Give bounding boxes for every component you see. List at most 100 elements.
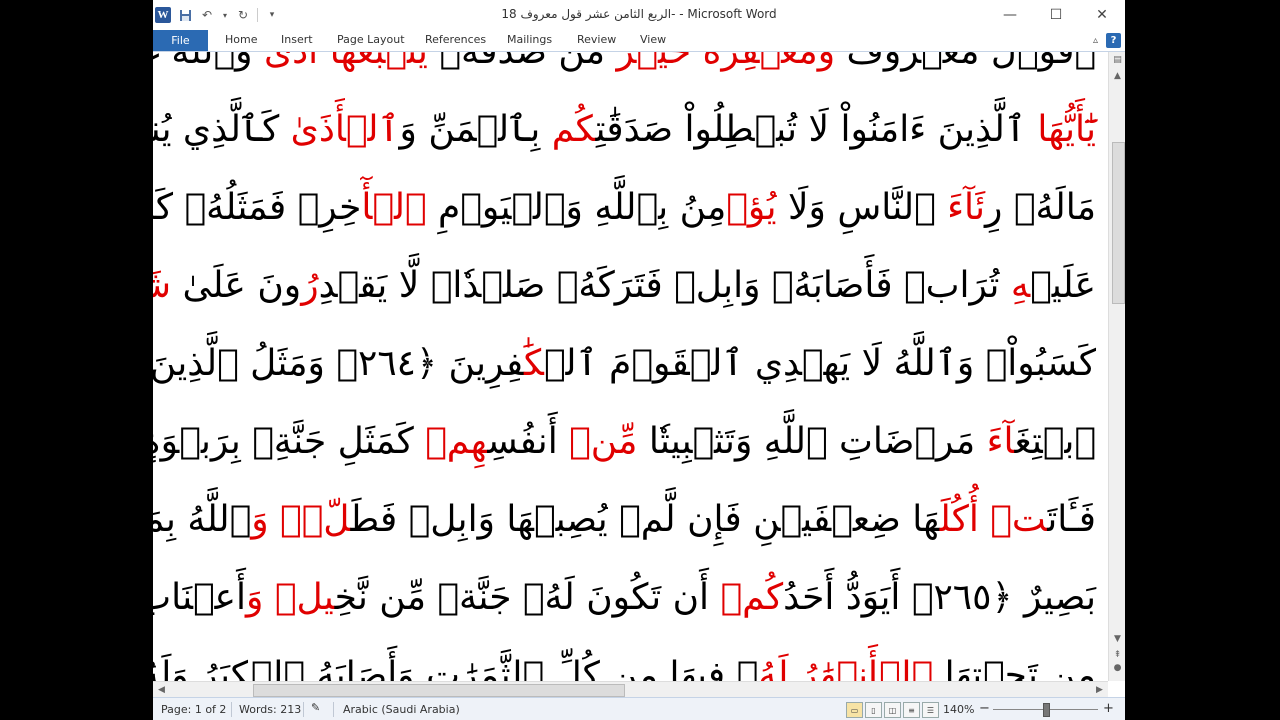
tab-view[interactable]: View	[640, 33, 666, 46]
previous-page-icon[interactable]: ⇞	[1111, 648, 1124, 661]
text-segment[interactable]: تُرَابٞ فَأَصَابَهُۥ وَابِلٞ فَتَرَكَهُۥ…	[319, 265, 1011, 306]
highlighted-text-segment[interactable]: ٱلۡأٓ	[361, 187, 426, 228]
text-segment[interactable]: خِرِۖ فَمَثَلُهُۥ كَمَثَلِ صَفۡوَانٍ	[153, 187, 361, 228]
scroll-left-icon[interactable]: ◀	[155, 683, 168, 696]
text-segment[interactable]: ٱلنَّاسِ وَلَا	[777, 187, 948, 228]
tab-review[interactable]: Review	[577, 33, 616, 46]
window-title: الربع الثامن عشر قول معروف 18- - Microso…	[501, 7, 777, 21]
text-segment[interactable]: كَمَثَلِ جَنَّةِۭ بِرَبۡوَةٍ	[153, 421, 425, 462]
text-segment[interactable]: مَرۡضَاتِ ٱللَّهِ وَتَثۡبِيتٗا	[637, 421, 986, 462]
zoom-in-button[interactable]: +	[1103, 701, 1114, 716]
text-segment[interactable]: مَالَهُۥ رِ	[985, 187, 1096, 228]
document-line[interactable]: بَصِيرٌ ﴿٢٦٥﴾ أَيَوَدُّ أَحَدُكُمۡ أَن ت…	[153, 577, 1096, 618]
document-line[interactable]: عَلَيۡهِ تُرَابٞ فَأَصَابَهُۥ وَابِلٞ فَ…	[153, 265, 1096, 306]
text-segment[interactable]: ٱبۡتِغَ	[1015, 421, 1096, 462]
highlighted-text-segment[interactable]: تۡ أُكُلَ	[940, 499, 1047, 540]
word-window: W ↶ ▾ ↻ ▾ الربع الثامن عشر قول معروف 18-…	[153, 0, 1125, 720]
document-page[interactable]: ۞قَوۡلٌ مَّعۡرُوفٌ وَمَغۡفِرَةٌ خَيۡرٌ م…	[153, 52, 1108, 681]
text-segment[interactable]: هَا ضِعۡفَيۡنِ فَإِن لَّمۡ يُصِبۡهَا وَا…	[351, 499, 940, 540]
proofing-icon[interactable]: ✎	[311, 701, 320, 714]
highlighted-text-segment[interactable]: لّٞۗ وَ	[251, 499, 350, 540]
tab-mailings[interactable]: Mailings	[507, 33, 552, 46]
zoom-slider-knob[interactable]	[1043, 703, 1050, 717]
zoom-level[interactable]: 140%	[943, 703, 974, 716]
document-line[interactable]: كَسَبُواْۗ وَٱللَّهُ لَا يَهۡدِي ٱلۡقَوۡ…	[153, 343, 1096, 384]
text-segment[interactable]: أَعۡنَابٖ تَجۡرِي	[153, 577, 246, 618]
text-segment[interactable]: بِٱلۡمَنِّ وَ	[400, 109, 552, 150]
print-layout-icon[interactable]: ▭	[846, 702, 863, 718]
highlighted-text-segment[interactable]: ٱلۡأَنۡهَٰرُ لَهُ	[758, 655, 933, 682]
scroll-down-icon[interactable]: ▼	[1111, 632, 1124, 645]
highlighted-text-segment[interactable]: كُمۡ	[720, 577, 783, 618]
text-segment[interactable]: أَن تَكُونَ لَهُۥ جَنَّةٞ مِّن نَّخِ	[335, 577, 721, 618]
document-line[interactable]: ۞قَوۡلٌ مَّعۡرُوفٌ وَمَغۡفِرَةٌ خَيۡرٌ م…	[153, 52, 1096, 72]
text-segment[interactable]: ۥ فِيهَا مِن كُلِّ ٱلثَّمَرَٰتِ وَأَصَاب…	[153, 655, 758, 682]
document-line[interactable]: يَٰٓأَيُّهَا ٱلَّذِينَ ءَامَنُواْ لَا تُ…	[153, 109, 1096, 150]
tab-insert[interactable]: Insert	[281, 33, 313, 46]
highlighted-text-segment[interactable]: رُ	[301, 265, 318, 306]
word-count[interactable]: Words: 213	[239, 703, 301, 716]
text-segment[interactable]: ونَ عَلَىٰ	[171, 265, 302, 306]
page-count[interactable]: Page: 1 of 2	[161, 703, 226, 716]
document-line[interactable]: مَالَهُۥ رِئَآءَ ٱلنَّاسِ وَلَا يُؤۡمِنُ…	[153, 187, 1096, 228]
highlighted-text-segment[interactable]: مِّنۡ	[569, 421, 637, 462]
highlighted-text-segment[interactable]: شَيۡءٖ	[153, 265, 171, 306]
tab-page-layout[interactable]: Page Layout	[337, 33, 405, 46]
status-bar: Page: 1 of 2 Words: 213 ✎ Arabic (Saudi …	[153, 697, 1125, 720]
highlighted-text-segment[interactable]: هِ	[1011, 265, 1030, 306]
text-segment[interactable]: كَسَبُواْۗ وَٱللَّهُ لَا يَهۡدِي ٱلۡقَوۡ…	[544, 343, 1096, 384]
status-separator	[303, 702, 304, 717]
vertical-scroll-thumb[interactable]	[1112, 142, 1125, 304]
minimize-button[interactable]: —	[987, 0, 1033, 30]
text-segment[interactable]: مِنُ بِٱللَّهِ وَٱلۡيَوۡمِ	[427, 187, 726, 228]
text-segment[interactable]: فِرِينَ ﴿٢٦٤﴾ وَمَثَلُ ٱلَّذِينَ يُنفِقُ…	[153, 343, 524, 384]
text-segment[interactable]: كَٱلَّذِي يُنفِقُ	[153, 109, 291, 150]
scroll-up-icon[interactable]: ▲	[1111, 69, 1124, 82]
tab-references[interactable]: References	[425, 33, 486, 46]
ruler-toggle-icon[interactable]: ▤	[1111, 53, 1124, 66]
web-layout-icon[interactable]: ◫	[884, 702, 901, 718]
text-segment[interactable]: مِن تَحۡتِهَا	[933, 655, 1096, 682]
highlighted-text-segment[interactable]: ئَآءَ	[947, 187, 985, 228]
tab-home[interactable]: Home	[225, 33, 257, 46]
language-indicator[interactable]: Arabic (Saudi Arabia)	[343, 703, 460, 716]
document-line[interactable]: مِن تَحۡتِهَا ٱلۡأَنۡهَٰرُ لَهُۥ فِيهَا …	[153, 655, 1096, 682]
title-bar: W ↶ ▾ ↻ ▾ الربع الثامن عشر قول معروف 18-…	[153, 0, 1125, 30]
highlighted-text-segment[interactable]: وَمَغۡفِرَةٌ خَيۡرٌ	[617, 52, 836, 72]
full-screen-reading-icon[interactable]: ▯	[865, 702, 882, 718]
outline-icon[interactable]: ≡	[903, 702, 920, 718]
text-segment[interactable]: مِّن صَدَقَةٖ	[428, 52, 617, 72]
text-segment[interactable]: عَلَيۡ	[1030, 265, 1096, 306]
highlighted-text-segment[interactable]: يلٖ وَ	[246, 577, 335, 618]
minimize-ribbon-icon[interactable]: ▵	[1088, 33, 1103, 48]
close-button[interactable]: ✕	[1079, 0, 1125, 30]
highlighted-text-segment[interactable]: يَتۡبَعُهَآ أَذٗى	[264, 52, 428, 72]
text-segment[interactable]: فَـَٔاتَ	[1047, 499, 1096, 540]
draft-icon[interactable]: ☰	[922, 702, 939, 718]
horizontal-scrollbar[interactable]: ◀ ▶	[153, 681, 1108, 698]
vertical-scrollbar[interactable]: ▤ ▲ ▼ ⇞ ●	[1108, 52, 1125, 681]
text-segment[interactable]: ۞قَوۡلٌ مَّعۡرُوفٌ	[835, 52, 1096, 72]
file-tab[interactable]: File	[153, 30, 208, 51]
select-browse-object-icon[interactable]: ●	[1111, 661, 1124, 674]
highlighted-text-segment[interactable]: ٱلۡأَذَىٰ	[291, 109, 400, 150]
text-segment[interactable]: أَنفُسِ	[487, 421, 569, 462]
horizontal-scroll-thumb[interactable]	[253, 684, 625, 697]
scroll-right-icon[interactable]: ▶	[1093, 683, 1106, 696]
highlighted-text-segment[interactable]: هِمۡ	[425, 421, 487, 462]
document-line[interactable]: فَـَٔاتَتۡ أُكُلَهَا ضِعۡفَيۡنِ فَإِن لَ…	[153, 499, 1096, 540]
highlighted-text-segment[interactable]: يُؤۡ	[726, 187, 776, 228]
zoom-out-button[interactable]: −	[979, 701, 990, 716]
highlighted-text-segment[interactable]: يَٰٓأَيُّهَا	[1037, 109, 1096, 150]
text-segment[interactable]: ٱلَّذِينَ ءَامَنُواْ لَا تُبۡطِلُواْ صَد…	[596, 109, 1038, 150]
highlighted-text-segment[interactable]: آءَ	[987, 421, 1015, 462]
status-separator	[333, 702, 334, 717]
document-line[interactable]: ٱبۡتِغَآءَ مَرۡضَاتِ ٱللَّهِ وَتَثۡبِيتٗ…	[153, 421, 1096, 462]
text-segment[interactable]: بَصِيرٌ ﴿٢٦٥﴾ أَيَوَدُّ أَحَدُ	[783, 577, 1096, 618]
text-segment[interactable]: وَٱللَّهُ غَنِيٌّ حَلِيمٞ ﴿٢٦٣﴾	[153, 52, 264, 72]
maximize-button[interactable]: ☐	[1033, 0, 1079, 30]
highlighted-text-segment[interactable]: كُم	[552, 109, 596, 150]
highlighted-text-segment[interactable]: كَٰ	[524, 343, 544, 384]
help-icon[interactable]: ?	[1106, 33, 1121, 48]
text-segment[interactable]: ٱللَّهُ بِمَا تَعۡمَلُونَ	[153, 499, 251, 540]
